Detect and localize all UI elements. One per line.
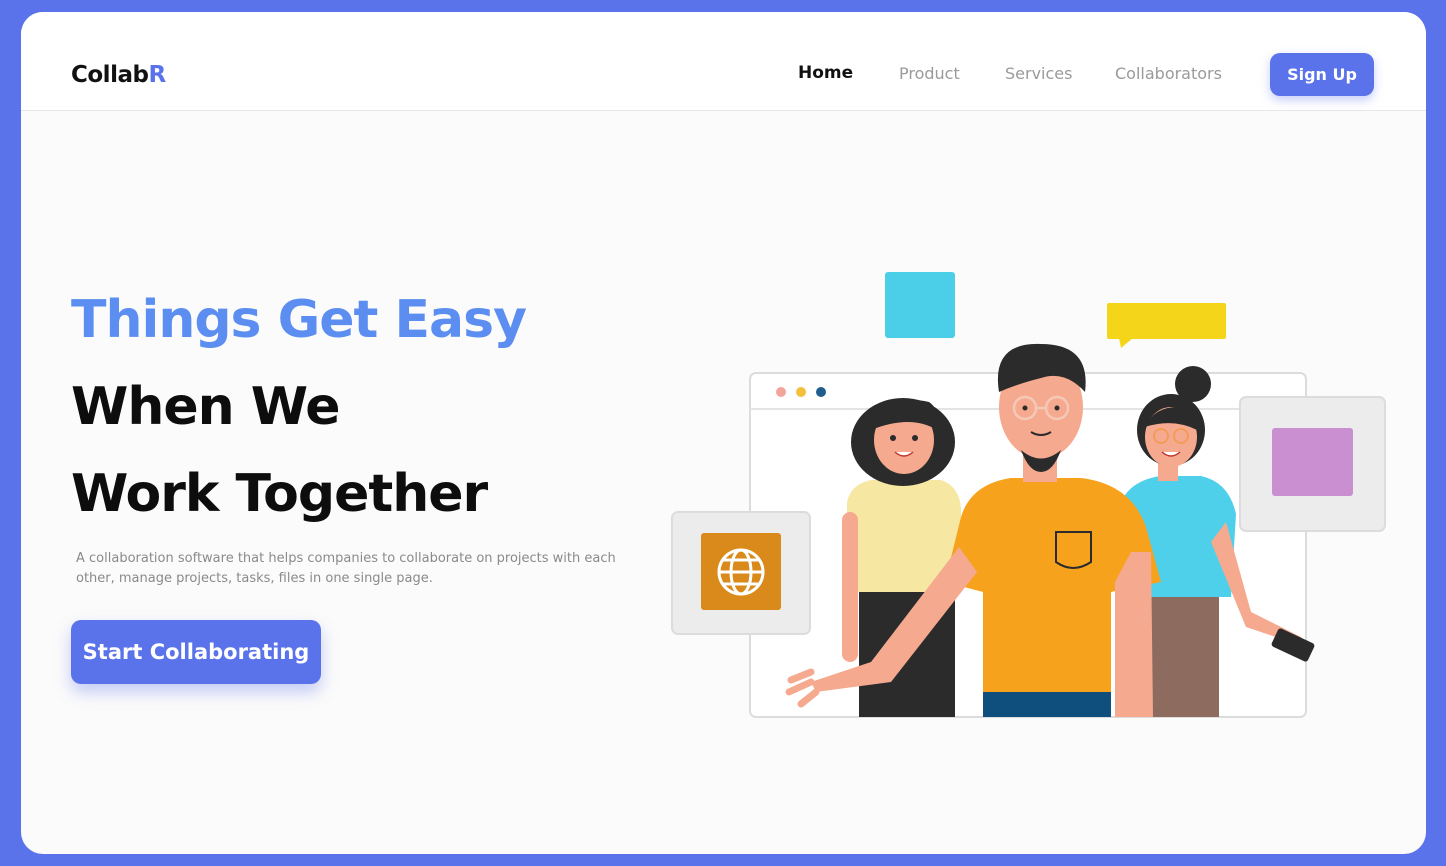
- chat-bubble-icon: [1107, 303, 1226, 348]
- purple-card-graphic: [1239, 396, 1386, 532]
- logo-text: Collab: [71, 62, 149, 88]
- hero-description: A collaboration software that helps comp…: [76, 551, 616, 586]
- hero-heading-line-3: Work Together: [71, 464, 488, 524]
- nav-product[interactable]: Product: [899, 64, 960, 83]
- logo-accent-letter: R: [148, 62, 166, 88]
- team-illustration: [671, 272, 1386, 718]
- start-collaborating-button[interactable]: Start Collaborating: [71, 620, 321, 684]
- globe-card-graphic: [671, 511, 811, 635]
- nav-home[interactable]: Home: [798, 63, 853, 83]
- header: CollabR Home Product Services Collaborat…: [21, 12, 1426, 111]
- sign-up-button[interactable]: Sign Up: [1270, 53, 1374, 96]
- page-card: CollabR Home Product Services Collaborat…: [21, 12, 1426, 854]
- hero-heading-line-2: When We: [71, 377, 341, 437]
- logo[interactable]: CollabR: [71, 62, 166, 88]
- cyan-square-shape: [885, 272, 955, 338]
- nav-services[interactable]: Services: [1005, 64, 1072, 83]
- hero-heading-line-1: Things Get Easy: [71, 290, 527, 350]
- nav-collaborators[interactable]: Collaborators: [1115, 64, 1222, 83]
